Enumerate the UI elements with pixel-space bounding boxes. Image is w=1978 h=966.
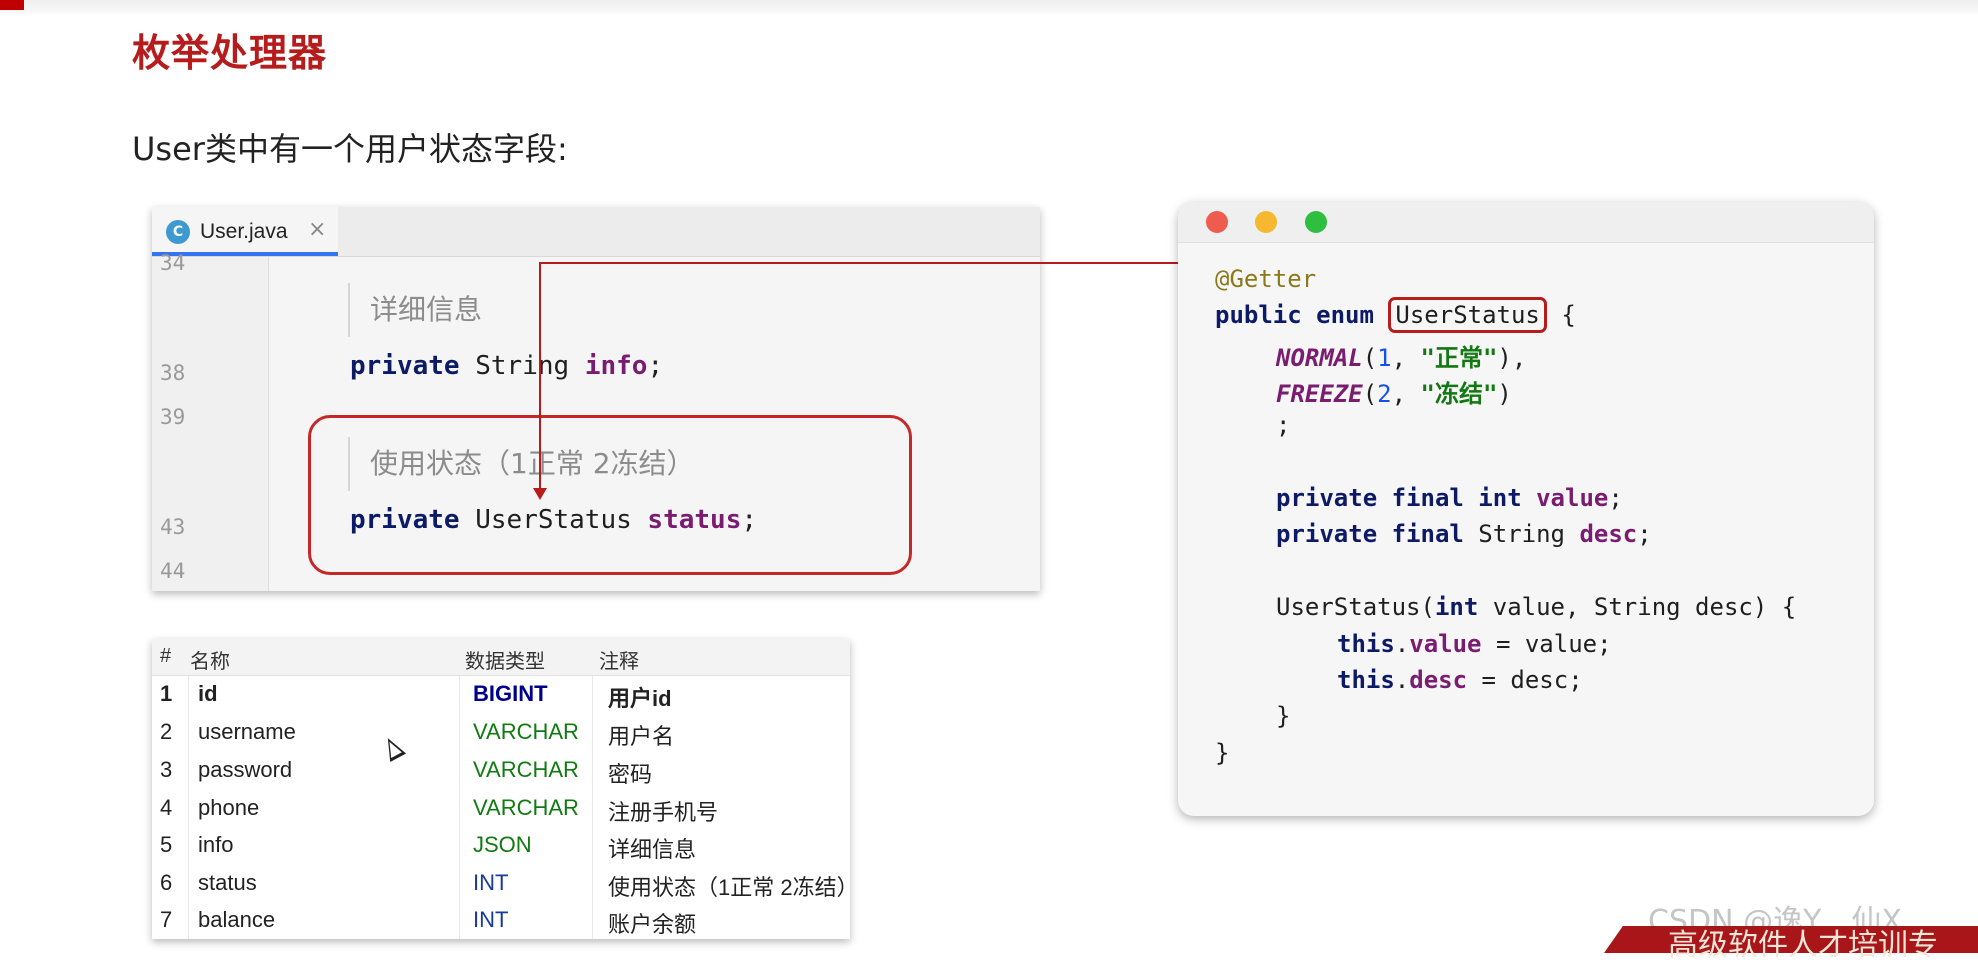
row-index: 6 <box>160 870 173 895</box>
code-enum-normal: NORMAL(1, "正常"), <box>1276 344 1527 372</box>
corner-accent <box>0 0 24 10</box>
minimize-window-icon[interactable] <box>1255 211 1277 233</box>
row-type: JSON <box>473 832 532 857</box>
code-outer-close: } <box>1215 739 1230 767</box>
code-semicolon: ; <box>1276 411 1291 439</box>
code-assign-value: this.value = value; <box>1337 630 1612 658</box>
code-enum-freeze: FREEZE(2, "冻结") <box>1276 380 1512 408</box>
row-index: 3 <box>160 757 173 782</box>
row-name: password <box>198 757 293 782</box>
slide-subtitle: User类中有一个用户状态字段: <box>132 130 568 168</box>
row-type: BIGINT <box>473 681 548 706</box>
line-number-gutter: 34 38 39 43 44 <box>152 251 269 591</box>
code-enum-declaration: public enum UserStatus { <box>1215 297 1576 333</box>
row-index: 1 <box>160 681 173 706</box>
line-number: 44 <box>160 559 186 583</box>
table-row[interactable]: 6 status INT 使用状态（1正常 2冻结） <box>152 864 859 901</box>
java-class-icon: C <box>166 220 190 244</box>
row-name: status <box>198 870 257 895</box>
header-type: 数据类型 <box>465 651 545 673</box>
row-comment: 账户余额 <box>608 912 697 937</box>
row-comment: 用户名 <box>608 724 675 749</box>
row-comment: 使用状态（1正常 2冻结） <box>608 875 859 900</box>
row-type: VARCHAR <box>473 795 579 820</box>
code-line-status: private UserStatus status; <box>350 505 757 535</box>
maximize-window-icon[interactable] <box>1305 211 1327 233</box>
doc-comment-status: 使用状态（1正常 2冻结） <box>348 437 695 491</box>
header-name: 名称 <box>190 651 230 673</box>
row-name: info <box>198 832 234 857</box>
code-inner-close: } <box>1276 702 1291 730</box>
table-row[interactable]: 7 balance INT 账户余额 <box>152 901 850 938</box>
code-annotation: @Getter <box>1215 265 1317 293</box>
row-name: id <box>198 681 218 706</box>
code-field-desc: private final String desc; <box>1276 520 1652 548</box>
row-type: VARCHAR <box>473 719 579 744</box>
table-row[interactable]: 3 password VARCHAR 密码 <box>152 751 850 788</box>
tab-user-java[interactable]: C User.java × <box>152 207 338 256</box>
line-number: 43 <box>160 515 186 539</box>
code-constructor: UserStatus(int value, String desc) { <box>1276 593 1797 621</box>
arrow-head-icon <box>533 488 547 500</box>
code-field-value: private final int value; <box>1276 484 1623 512</box>
code-line-info: private String info; <box>350 351 664 381</box>
row-comment: 用户id <box>608 686 672 711</box>
line-number: 39 <box>160 405 186 429</box>
window-title-bar <box>1178 202 1874 243</box>
row-type: INT <box>473 907 509 932</box>
ide-editor-panel: C User.java × 34 38 39 43 44 详细信息 privat… <box>152 207 1040 591</box>
editor-tab-bar: C User.java × <box>152 207 1040 257</box>
row-name: balance <box>198 907 276 932</box>
userstatus-highlight: UserStatus <box>1388 297 1547 333</box>
page-title: 枚举处理器 <box>132 31 328 75</box>
table-row[interactable]: 2 username VARCHAR 用户名 <box>152 713 850 750</box>
row-name: phone <box>198 795 260 820</box>
header-comment: 注释 <box>599 651 639 673</box>
table-row[interactable]: 1 id BIGINT 用户id <box>152 675 850 712</box>
row-name: username <box>198 719 296 744</box>
row-index: 2 <box>160 719 173 744</box>
row-type: VARCHAR <box>473 757 579 782</box>
close-icon[interactable]: × <box>308 217 326 242</box>
row-index: 7 <box>160 907 173 932</box>
slide-top-bar <box>0 0 1978 14</box>
footer-banner-text: 高级软件人才培训专 <box>1668 928 1938 963</box>
table-header: # 名称 数据类型 注释 <box>152 639 850 676</box>
tab-label: User.java <box>200 220 288 243</box>
row-type: INT <box>473 870 509 895</box>
table-row[interactable]: 5 info JSON 详细信息 <box>152 826 850 863</box>
table-row[interactable]: 4 phone VARCHAR 注册手机号 <box>152 789 850 826</box>
db-schema-table: # 名称 数据类型 注释 1 id BIGINT 用户id 2 username… <box>152 639 859 939</box>
doc-comment-info: 详细信息 <box>348 283 482 337</box>
header-index: # <box>160 645 172 667</box>
connector-line <box>539 262 541 490</box>
row-index: 5 <box>160 832 173 857</box>
line-number: 34 <box>160 251 186 275</box>
row-comment: 密码 <box>608 762 653 787</box>
row-comment: 详细信息 <box>608 837 697 862</box>
row-comment: 注册手机号 <box>608 800 719 825</box>
close-window-icon[interactable] <box>1206 211 1228 233</box>
line-number: 38 <box>160 361 186 385</box>
code-assign-desc: this.desc = desc; <box>1337 666 1583 694</box>
row-index: 4 <box>160 795 173 820</box>
enum-code-window: @Getter public enum UserStatus { NORMAL(… <box>1178 202 1874 816</box>
